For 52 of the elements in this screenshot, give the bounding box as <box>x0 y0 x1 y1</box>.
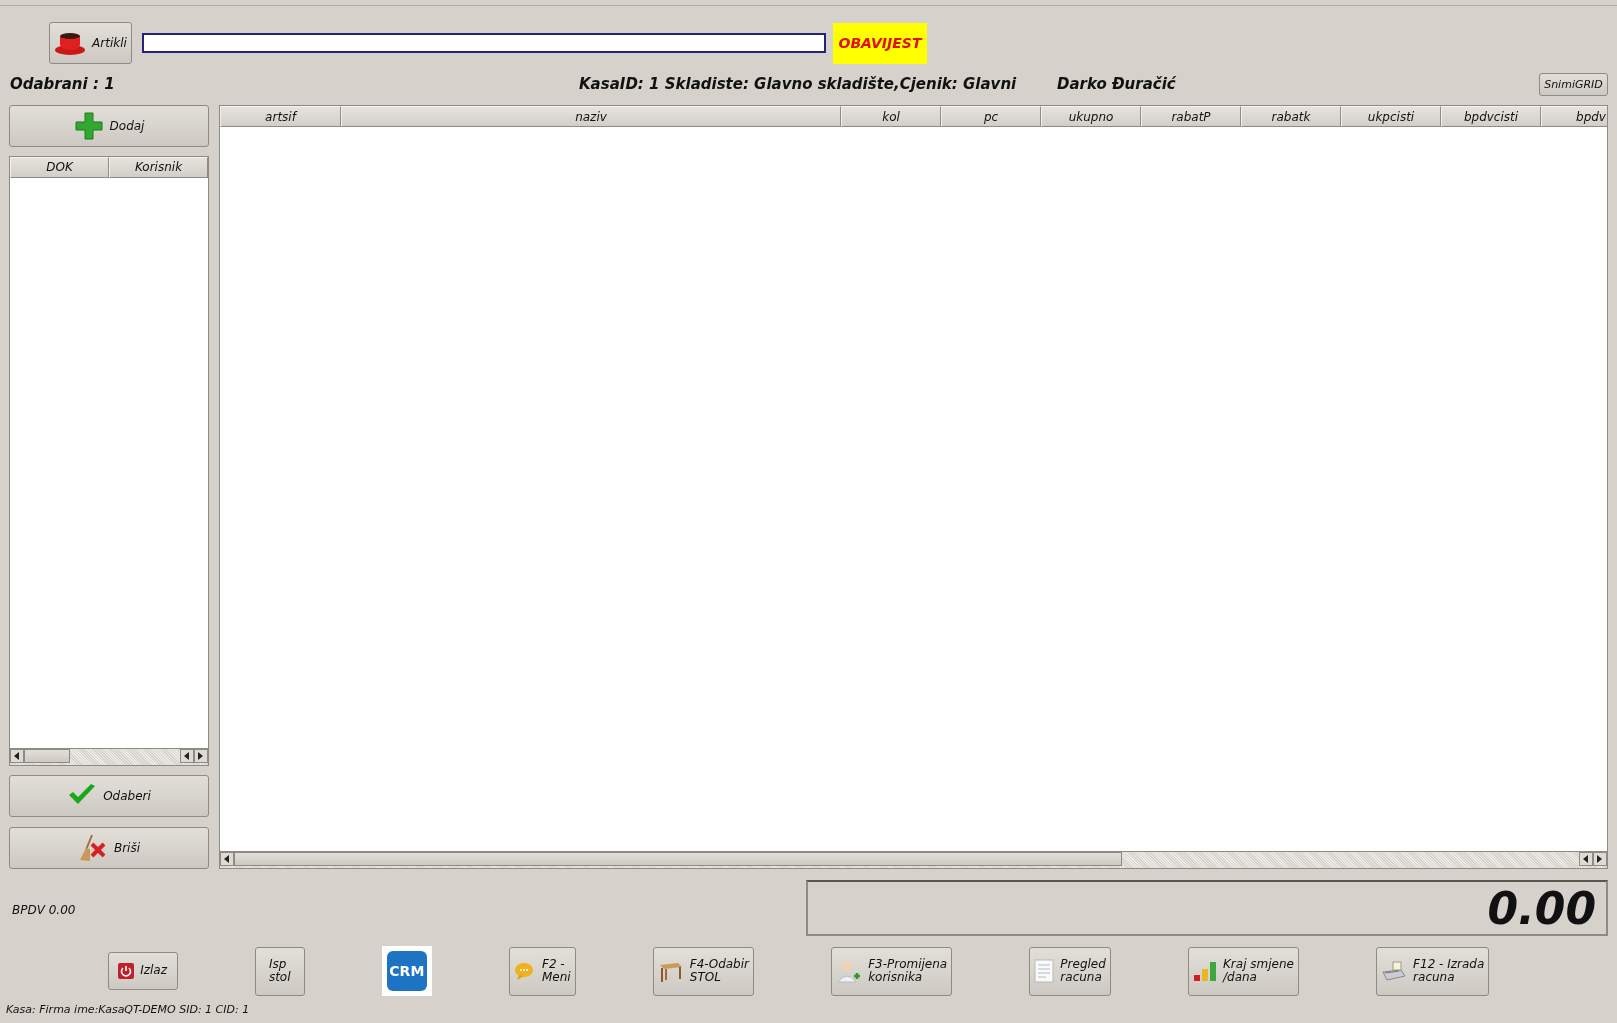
power-icon <box>118 963 135 979</box>
function-button[interactable]: F12 - Izrada racuna <box>1376 946 1490 996</box>
scroll-left-icon[interactable] <box>220 852 234 866</box>
column-header[interactable]: kol <box>841 106 941 127</box>
document-icon <box>1034 959 1055 983</box>
scroll-thumb[interactable] <box>234 852 1122 866</box>
column-header[interactable]: Korisnik <box>109 156 208 178</box>
column-header[interactable]: bpdv <box>1541 106 1607 127</box>
column-header[interactable]: DOK <box>10 156 109 178</box>
status-text: Kasa: Firma ime:KasaQT-DEMO SID: 1 CID: 1 <box>6 1003 250 1016</box>
add-button[interactable]: Dodaj <box>9 105 209 147</box>
user-name: Darko Đuračić <box>1057 75 1177 93</box>
column-header[interactable]: pc <box>941 106 1041 127</box>
scroll-right-icon[interactable] <box>194 749 208 764</box>
function-button[interactable]: Pregled racuna <box>1029 946 1111 996</box>
broom-with-cross-icon <box>77 834 108 863</box>
bar-chart-icon <box>1193 960 1217 982</box>
column-header[interactable]: rabatk <box>1241 106 1341 127</box>
speech-bubble-icon <box>514 961 536 981</box>
cash-register-icon <box>1381 960 1408 982</box>
search-field[interactable] <box>142 33 826 53</box>
selected-count: Odabrani : 1 <box>9 75 116 93</box>
column-header[interactable]: bpdvcisti <box>1441 106 1541 127</box>
horizontal-scrollbar[interactable] <box>10 748 208 766</box>
function-button[interactable]: F3-Promijena korisnika <box>831 946 953 996</box>
column-header[interactable]: ukpcisti <box>1341 106 1441 127</box>
save-grid-button[interactable]: SnimiGRID <box>1539 72 1608 96</box>
column-header[interactable]: artsif <box>220 106 341 127</box>
horizontal-scrollbar[interactable] <box>220 851 1607 868</box>
user-add-icon <box>836 958 863 984</box>
scroll-right-icon[interactable] <box>1593 852 1607 866</box>
articles-button[interactable]: Artikli <box>49 22 132 64</box>
column-header[interactable]: naziv <box>341 106 841 127</box>
function-button[interactable]: Kraj smjene /dana <box>1188 946 1299 996</box>
function-button[interactable]: F2 - Meni <box>509 946 576 996</box>
total-display: 0.00 <box>806 880 1608 936</box>
register-info: KasaID: 1 Skladiste: Glavno skladište,Cjenik: Glavni <box>579 75 1018 93</box>
notice-label: OBAVIJEST <box>833 22 927 64</box>
function-button[interactable]: Isp stol <box>254 946 305 996</box>
column-header[interactable]: ukupno <box>1041 106 1141 127</box>
scroll-left-icon[interactable] <box>10 749 24 764</box>
crm-button[interactable]: CRM <box>381 946 432 996</box>
scroll-thumb[interactable] <box>24 749 70 764</box>
function-button[interactable]: F4-Odabir STOL <box>652 946 754 996</box>
column-header[interactable]: rabatP <box>1141 106 1241 127</box>
delete-button[interactable]: Briši <box>9 827 209 869</box>
select-button[interactable]: Odaberi <box>9 775 209 818</box>
vat-base-label: BPDV 0.00 <box>11 902 77 917</box>
scroll-left-icon[interactable] <box>1579 852 1593 866</box>
scroll-left-icon[interactable] <box>180 749 194 764</box>
function-button[interactable]: Izlaz <box>107 952 178 990</box>
plus-icon <box>73 110 104 141</box>
